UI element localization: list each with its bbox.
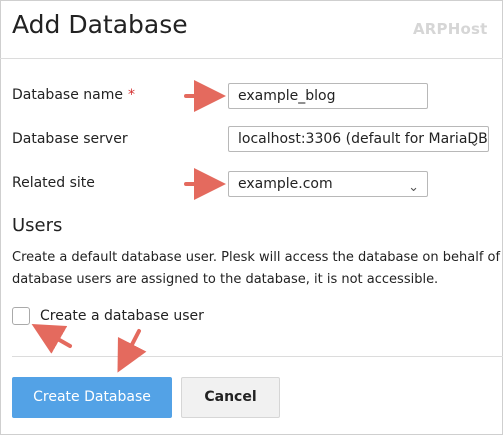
- users-description: Create a default database user. Plesk wi…: [12, 247, 502, 291]
- dialog-frame: [0, 0, 503, 435]
- database-server-select[interactable]: localhost:3306 (default for MariaDB ⌄: [228, 126, 489, 152]
- related-site-select[interactable]: example.com ⌄: [228, 171, 428, 197]
- chevron-down-icon: ⌄: [408, 180, 419, 195]
- database-server-label: Database server: [12, 131, 128, 147]
- create-database-button[interactable]: Create Database: [12, 377, 172, 418]
- users-description-line2: database users are assigned to the datab…: [12, 272, 439, 287]
- footer-divider: [12, 356, 503, 357]
- create-user-checkbox-label[interactable]: Create a database user: [40, 308, 204, 324]
- users-heading: Users: [12, 215, 63, 236]
- chevron-down-icon: ⌄: [469, 135, 480, 150]
- cancel-button[interactable]: Cancel: [181, 377, 280, 418]
- database-server-value: localhost:3306 (default for MariaDB: [238, 131, 488, 147]
- required-marker: *: [127, 87, 135, 103]
- page-title: Add Database: [12, 10, 188, 39]
- create-user-checkbox[interactable]: [12, 307, 30, 325]
- related-site-value: example.com: [238, 176, 333, 192]
- database-name-label: Database name *: [12, 87, 135, 103]
- brand-logo: ARPHost: [413, 20, 488, 38]
- related-site-label: Related site: [12, 175, 95, 191]
- users-description-line1: Create a default database user. Plesk wi…: [12, 250, 501, 265]
- database-name-input[interactable]: example_blog: [228, 83, 428, 109]
- header-divider: [0, 58, 503, 59]
